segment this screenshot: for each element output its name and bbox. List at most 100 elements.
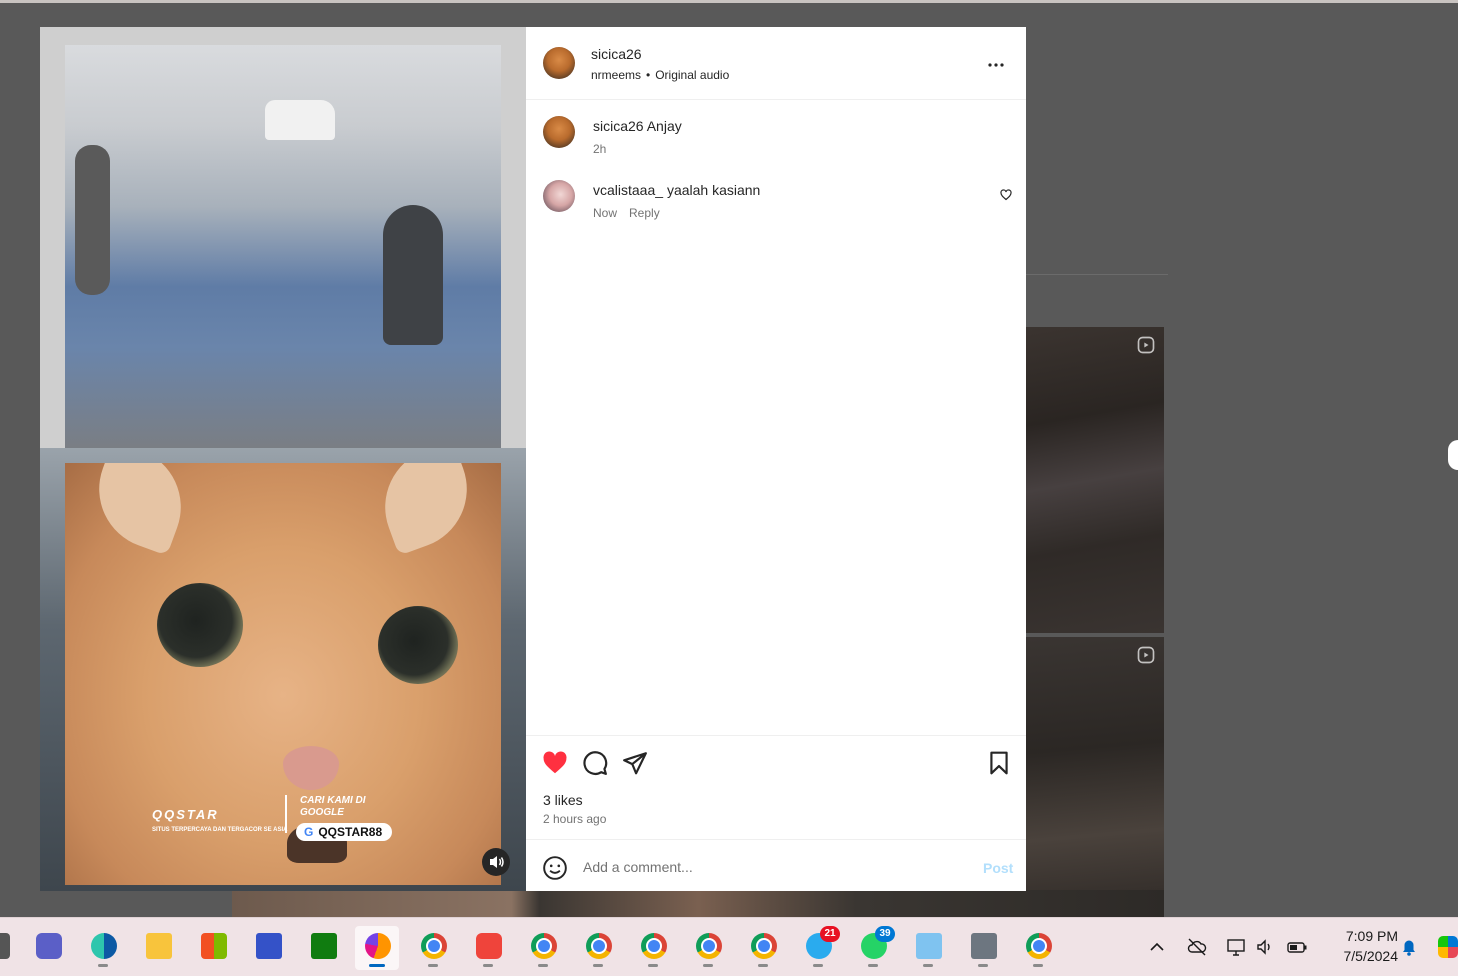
- running-indicator: [868, 964, 878, 967]
- chrome-icon: [531, 933, 557, 959]
- bookmark-icon[interactable]: [986, 750, 1012, 776]
- clock-time: 7:09 PM: [1345, 928, 1398, 944]
- running-indicator: [813, 964, 823, 967]
- running-indicator: [923, 964, 933, 967]
- teams-icon: [36, 933, 62, 959]
- next-post-button[interactable]: [1448, 440, 1458, 470]
- running-indicator: [703, 964, 713, 967]
- comment-icon[interactable]: [582, 750, 608, 776]
- windows-taskbar: 21 39 7:09 PM 7/5/2024: [0, 917, 1458, 976]
- more-options-icon[interactable]: [984, 53, 1008, 77]
- volume-icon[interactable]: [1254, 936, 1276, 958]
- taskbar-app-chrome-j[interactable]: [521, 926, 565, 970]
- emoji-icon[interactable]: [542, 855, 568, 881]
- chrome-icon: [751, 933, 777, 959]
- reels-icon: [1137, 336, 1155, 354]
- profile-grid-row: [232, 890, 1164, 917]
- system-clock[interactable]: 7:09 PM 7/5/2024: [1320, 926, 1399, 966]
- running-indicator: [369, 964, 385, 967]
- post-media-video[interactable]: QQSTAR SITUS TERPERCAYA DAN TERGACOR SE …: [40, 27, 526, 891]
- bell-icon[interactable]: [1398, 936, 1420, 958]
- taskbar-app-firefox[interactable]: [355, 926, 399, 970]
- caption-text: Anjay: [646, 118, 682, 134]
- post-details-panel: sicica26 nrmeems • Original audio sicica26…: [526, 27, 1026, 891]
- running-indicator: [538, 964, 548, 967]
- ad-brand: QQSTAR88: [318, 825, 383, 839]
- audio-user[interactable]: nrmeems: [591, 68, 641, 82]
- post-header: sicica26 nrmeems • Original audio: [526, 27, 1026, 100]
- copilot-icon[interactable]: [1438, 936, 1458, 958]
- taskbar-app-xbox[interactable]: [301, 926, 345, 970]
- taskbar-app-telegram[interactable]: 21: [796, 926, 840, 970]
- post-audio-line: nrmeems • Original audio: [591, 68, 729, 82]
- profile-grid-thumbnail[interactable]: [1026, 327, 1164, 633]
- cat-nose: [283, 746, 339, 790]
- m-app-icon: [256, 933, 282, 959]
- comment-username[interactable]: vcalistaaa_: [593, 182, 663, 198]
- chrome-icon: [641, 933, 667, 959]
- comment-time: Now: [593, 206, 618, 220]
- running-indicator: [978, 964, 988, 967]
- cloud-off-icon[interactable]: [1186, 936, 1208, 958]
- chrome-icon: [696, 933, 722, 959]
- taskbar-app-notepad[interactable]: [906, 926, 950, 970]
- profile-grid-thumbnail[interactable]: [1026, 637, 1164, 917]
- taskbar-app-chrome-3[interactable]: [1016, 926, 1060, 970]
- notepad-icon: [916, 933, 942, 959]
- taskbar-app-edge[interactable]: [81, 926, 125, 970]
- cat-eye: [157, 583, 243, 667]
- taskbar-app-chrome-z[interactable]: [576, 926, 620, 970]
- caption-time: 2h: [593, 142, 607, 156]
- share-icon[interactable]: [622, 750, 648, 776]
- reels-icon: [1137, 646, 1155, 664]
- caption-meta: 2h: [593, 142, 618, 156]
- avatar[interactable]: [543, 180, 575, 212]
- caption-text-line: sicica26 Anjay: [593, 118, 682, 134]
- taskbar-app-chrome[interactable]: [411, 926, 455, 970]
- store-icon: [201, 933, 227, 959]
- add-comment-bar: Post: [526, 839, 1026, 892]
- comment-like-icon[interactable]: [1000, 189, 1012, 201]
- taskbar-app-chrome-2[interactable]: [686, 926, 730, 970]
- ad-divider: [285, 795, 287, 833]
- taskbar-app-teams[interactable]: [26, 926, 70, 970]
- audio-label[interactable]: Original audio: [655, 68, 729, 82]
- taskbar-app-m[interactable]: [246, 926, 290, 970]
- edge-icon: [91, 933, 117, 959]
- profile-divider: [1026, 274, 1168, 275]
- taskbar-app-anydesk[interactable]: [466, 926, 510, 970]
- cat-ear: [82, 463, 198, 556]
- clock-date: 7/5/2024: [1343, 948, 1399, 964]
- notification-badge: 21: [820, 926, 840, 942]
- reply-button[interactable]: Reply: [629, 206, 660, 220]
- taskbar-app-whatsapp[interactable]: 39: [851, 926, 895, 970]
- taskbar-app-partial[interactable]: [0, 926, 18, 970]
- running-indicator: [1033, 964, 1043, 967]
- ad-search-pill: G QQSTAR88: [296, 823, 393, 841]
- cat-eye: [378, 606, 458, 684]
- person-shape: [75, 145, 110, 295]
- post-comment-button[interactable]: Post: [983, 860, 1013, 876]
- avatar[interactable]: [543, 116, 575, 148]
- chevron-up-icon[interactable]: [1146, 936, 1168, 958]
- network-icon[interactable]: [1225, 936, 1247, 958]
- avatar[interactable]: [543, 47, 575, 79]
- comment-meta: Now Reply: [593, 206, 672, 220]
- post-time-ago: 2 hours ago: [543, 812, 607, 826]
- running-indicator: [648, 964, 658, 967]
- battery-icon[interactable]: [1286, 936, 1308, 958]
- heart-icon[interactable]: [542, 750, 568, 776]
- post-actions: 3 likes 2 hours ago: [526, 735, 1026, 839]
- running-indicator: [593, 964, 603, 967]
- caption-username[interactable]: sicica26: [593, 118, 644, 134]
- taskbar-app-chrome-t[interactable]: [741, 926, 785, 970]
- comment-input[interactable]: [583, 857, 963, 877]
- taskbar-app-chrome-a[interactable]: [631, 926, 675, 970]
- taskbar-app-file-explorer[interactable]: [136, 926, 180, 970]
- taskbar-app-calculator[interactable]: [961, 926, 1005, 970]
- likes-count[interactable]: 3 likes: [543, 792, 583, 808]
- ad-cta: CARI KAMI DI GOOGLE: [300, 795, 366, 818]
- post-author-username[interactable]: sicica26: [591, 46, 642, 62]
- audio-toggle-button[interactable]: [482, 848, 510, 876]
- taskbar-app-store[interactable]: [191, 926, 235, 970]
